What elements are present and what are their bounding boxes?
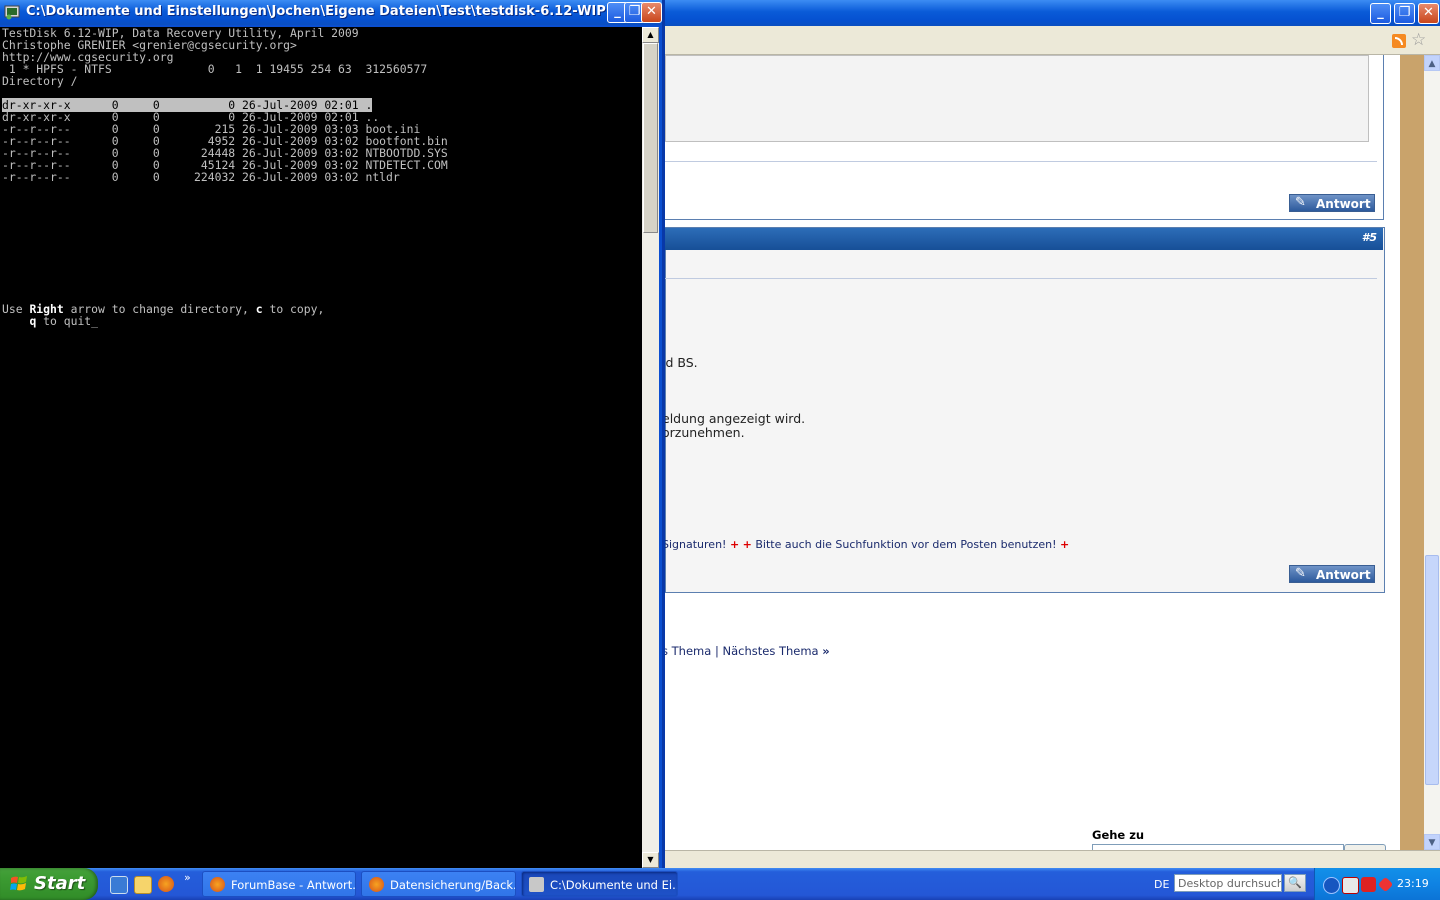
console-scroll-up-icon[interactable]: ▲ bbox=[642, 27, 659, 43]
tray-app-icon[interactable] bbox=[1377, 876, 1394, 893]
desktop-search-input[interactable]: Desktop durchsuchen bbox=[1174, 874, 1282, 892]
help-text: to quit bbox=[36, 314, 92, 328]
console-scrollbar-thumb[interactable] bbox=[643, 43, 658, 233]
language-indicator[interactable]: DE bbox=[1154, 878, 1169, 891]
directory-line: Directory / bbox=[2, 74, 78, 88]
console-output: TestDisk 6.12-WIP, Data Recovery Utility… bbox=[2, 27, 448, 183]
desktop-quicklaunch-icon[interactable] bbox=[134, 876, 152, 894]
post-number[interactable]: #5 bbox=[1362, 231, 1377, 244]
post-text-line: ld BS. bbox=[662, 355, 698, 370]
directory-listing: dr-xr-xr-x 0 0 0 26-Jul-2009 02:01 . dr-x… bbox=[2, 98, 448, 183]
taskbar-item-forumbase[interactable]: ForumBase - Antwort... bbox=[202, 871, 356, 897]
console-scroll-down-icon[interactable]: ▼ bbox=[642, 852, 659, 868]
taskbar: Start » ForumBase - Antwort... Datensich… bbox=[0, 868, 1440, 900]
post-text-line: eldung angezeigt wird. bbox=[662, 411, 806, 426]
help-line-2: q to quit_ bbox=[2, 315, 324, 327]
scroll-down-arrow-icon[interactable]: ▼ bbox=[1424, 834, 1440, 850]
browser-close-button[interactable]: ✕ bbox=[1418, 3, 1439, 24]
firefox-icon bbox=[210, 877, 225, 892]
taskbar-item-console[interactable]: C:\Dokumente und Ei... bbox=[521, 871, 678, 897]
gehe-zu-label: Gehe zu bbox=[1092, 828, 1145, 842]
console-title: C:\Dokumente und Einstellungen\Jochen\Ei… bbox=[26, 4, 606, 19]
console-window: C:\Dokumente und Einstellungen\Jochen\Ei… bbox=[0, 0, 665, 868]
firefox-icon bbox=[369, 877, 384, 892]
start-label: Start bbox=[34, 873, 86, 894]
post-signature: Signaturen! + + Bitte auch die Suchfunkt… bbox=[662, 538, 1069, 551]
windows-logo-icon bbox=[10, 876, 27, 891]
scroll-up-arrow-icon[interactable]: ▲ bbox=[1424, 55, 1440, 71]
help-key-c: c bbox=[255, 302, 263, 316]
thread-nav-separator: | bbox=[714, 644, 719, 658]
post-5-divider bbox=[665, 278, 1377, 279]
signature-text: Signaturen! bbox=[662, 538, 727, 551]
console-help-text: Use Right arrow to change directory, c t… bbox=[2, 303, 324, 327]
ie-quicklaunch-icon[interactable] bbox=[110, 876, 128, 894]
console-screen[interactable]: TestDisk 6.12-WIP, Data Recovery Utility… bbox=[0, 27, 642, 868]
desktop-search-go-icon[interactable]: 🔍 bbox=[1284, 874, 1306, 892]
post-text-line: orzunehmen. bbox=[662, 425, 745, 440]
task-label: Datensicherung/Back... bbox=[390, 878, 516, 892]
signature-plus: + bbox=[729, 538, 740, 551]
console-close-button[interactable]: ✕ bbox=[641, 2, 662, 23]
signature-plus: + bbox=[1060, 538, 1070, 551]
page-border-decoration bbox=[1400, 55, 1424, 850]
browser-restore-button[interactable]: ❐ bbox=[1394, 3, 1415, 24]
tray-expand-icon[interactable] bbox=[1323, 877, 1340, 894]
browser-scrollbar-thumb[interactable] bbox=[1425, 555, 1439, 785]
taskbar-item-datensicherung[interactable]: Datensicherung/Back... bbox=[361, 871, 516, 897]
rss-feed-icon[interactable] bbox=[1392, 34, 1406, 48]
task-label: C:\Dokumente und Ei... bbox=[550, 878, 678, 892]
bookmark-star-icon[interactable]: ☆ bbox=[1411, 30, 1426, 50]
taskbar-clock[interactable]: 23:19 bbox=[1397, 877, 1429, 890]
signature-plus: + bbox=[742, 538, 752, 551]
console-app-icon bbox=[4, 5, 20, 20]
browser-vertical-scrollbar[interactable]: ▲ ▼ bbox=[1424, 55, 1440, 850]
post-5-header: #5 bbox=[665, 228, 1383, 250]
thread-navigation: s Thema | Nächstes Thema » bbox=[662, 644, 830, 658]
reply-button-post-5[interactable]: Antwort bbox=[1289, 565, 1375, 583]
help-text: to copy, bbox=[262, 302, 325, 316]
quicklaunch-more-icon[interactable]: » bbox=[184, 871, 191, 884]
signature-text: Bitte auch die Suchfunktion vor dem Post… bbox=[755, 538, 1057, 551]
next-thread-arrow: » bbox=[822, 644, 830, 658]
console-app-icon bbox=[529, 877, 544, 892]
text-cursor: _ bbox=[91, 314, 99, 328]
post-4-box bbox=[665, 55, 1384, 220]
tray-antivirus-icon[interactable] bbox=[1361, 877, 1376, 892]
start-button[interactable]: Start bbox=[0, 868, 98, 900]
console-titlebar[interactable]: C:\Dokumente und Einstellungen\Jochen\Ei… bbox=[0, 0, 662, 25]
firefox-quicklaunch-icon[interactable] bbox=[158, 876, 174, 892]
previous-thread-link[interactable]: s Thema bbox=[662, 644, 711, 658]
tray-network-icon[interactable] bbox=[1342, 877, 1359, 894]
help-indent bbox=[2, 314, 29, 328]
directory-entry-row[interactable]: -r--r--r-- 0 0 224032 26-Jul-2009 03:02 … bbox=[2, 171, 448, 183]
task-label: ForumBase - Antwort... bbox=[231, 878, 356, 892]
browser-minimize-button[interactable]: _ bbox=[1370, 3, 1391, 24]
next-thread-link[interactable]: Nächstes Thema bbox=[722, 644, 818, 658]
console-vertical-scrollbar[interactable]: ▲ ▼ bbox=[642, 27, 659, 868]
